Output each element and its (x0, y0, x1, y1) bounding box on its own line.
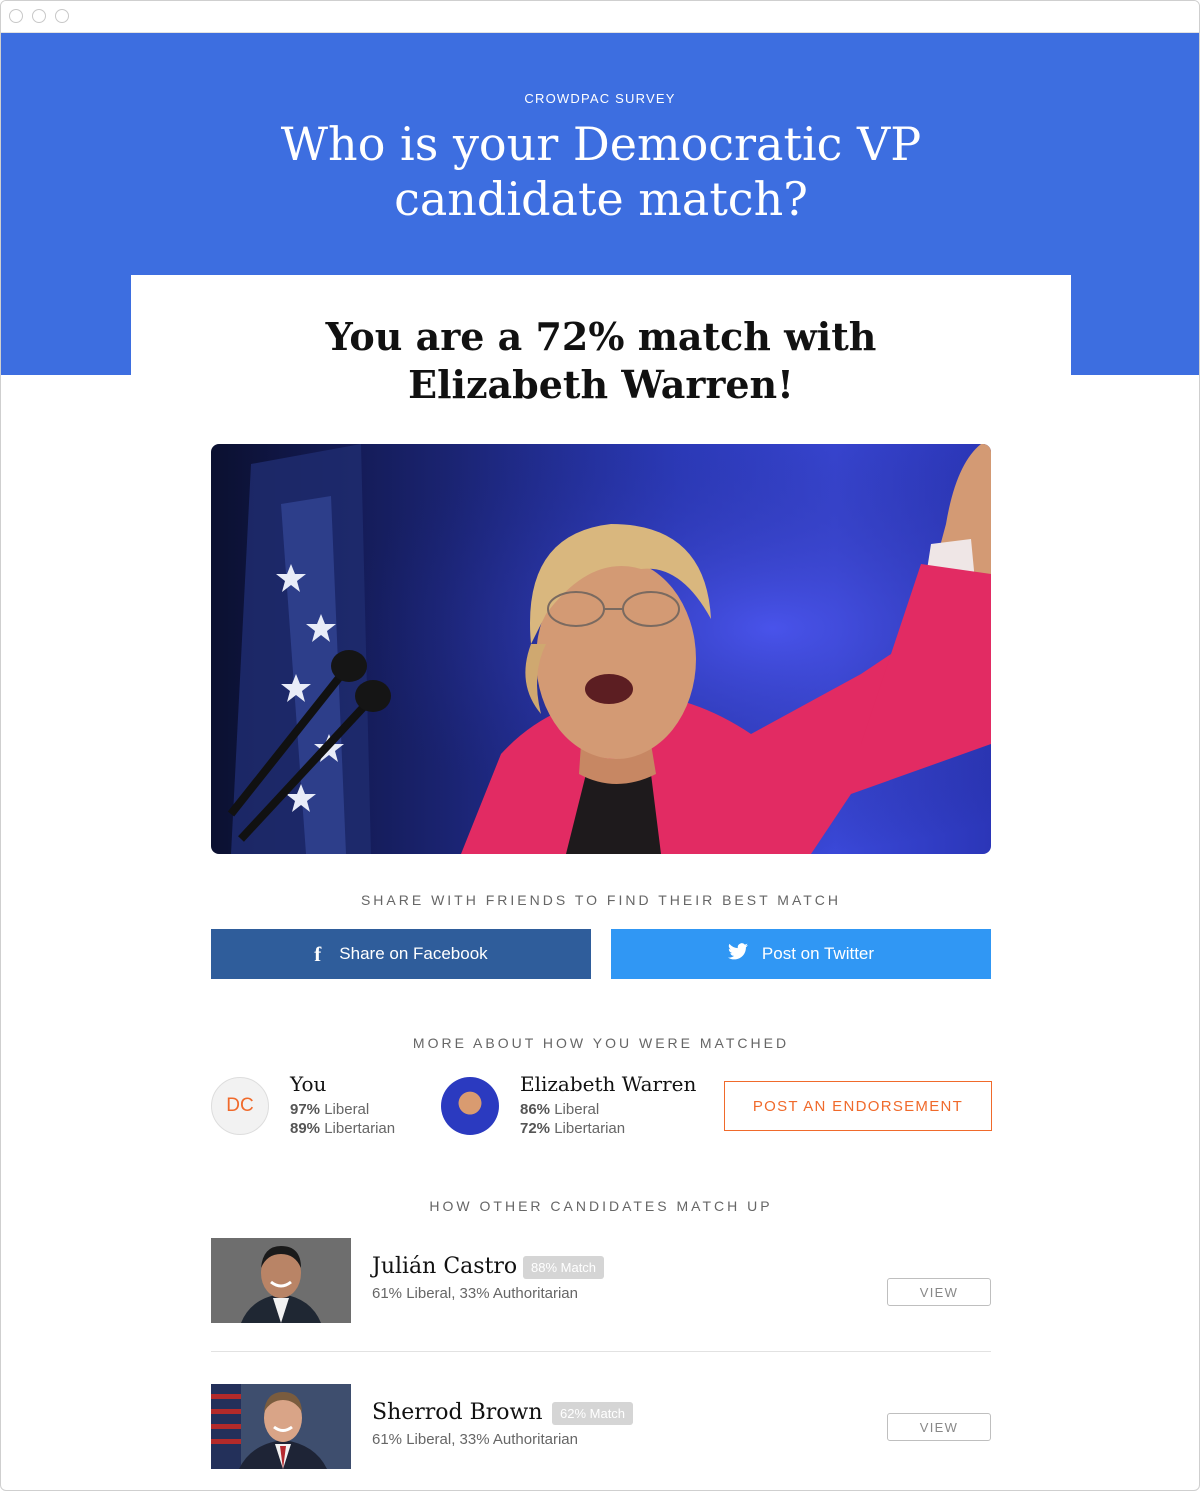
share-section-label: SHARE WITH FRIENDS TO FIND THEIR BEST MA… (360, 892, 842, 908)
user-avatar: DC (211, 1077, 269, 1135)
match-badge: 62% Match (552, 1402, 634, 1425)
view-candidate-button[interactable]: VIEW (887, 1278, 991, 1306)
candidate-avatar (441, 1077, 499, 1135)
result-title: You are a 72% match with Elizabeth Warre… (131, 313, 1071, 409)
twitter-icon (727, 943, 748, 965)
candidate-row-name: Sherrod Brown (372, 1400, 543, 1425)
share-facebook-button[interactable]: f Share on Facebook (211, 929, 591, 979)
window-titlebar (1, 1, 1199, 33)
maximize-window-icon[interactable] (55, 9, 69, 23)
candidate-libertarian-stat: 72% Libertarian (520, 1120, 625, 1137)
candidate-row-name: Julián Castro (372, 1254, 518, 1279)
post-twitter-button[interactable]: Post on Twitter (611, 929, 991, 979)
candidate-liberal-pct: 86% (520, 1101, 551, 1118)
candidate-name: Elizabeth Warren (520, 1072, 697, 1096)
facebook-icon: f (314, 941, 322, 966)
user-libertarian-label: Libertarian (324, 1120, 396, 1137)
user-libertarian-stat: 89% Libertarian (290, 1120, 395, 1137)
result-title-line-1: You are a 72% match with (325, 314, 877, 359)
candidate-row[interactable]: Sherrod Brown 62% Match 61% Liberal, 33%… (211, 1384, 991, 1469)
row-divider (211, 1351, 991, 1352)
user-liberal-pct: 97% (290, 1101, 321, 1118)
candidate-libertarian-pct: 72% (520, 1120, 551, 1137)
candidate-libertarian-label: Libertarian (554, 1120, 626, 1137)
candidate-row-stats: 61% Liberal, 33% Authoritarian (372, 1285, 578, 1302)
user-liberal-label: Liberal (324, 1101, 370, 1118)
post-twitter-label: Post on Twitter (761, 944, 875, 963)
matched-section-label: MORE ABOUT HOW YOU WERE MATCHED (412, 1035, 790, 1051)
minimize-window-icon[interactable] (32, 9, 46, 23)
user-liberal-stat: 97% Liberal (290, 1101, 369, 1118)
candidate-hero-photo (211, 444, 991, 854)
survey-eyebrow: CROWDPAC SURVEY (524, 91, 676, 106)
user-libertarian-pct: 89% (290, 1120, 321, 1137)
user-name: You (290, 1072, 327, 1096)
browser-window: CROWDPAC SURVEY Who is your Democratic V… (0, 0, 1200, 1491)
candidate-row-stats: 61% Liberal, 33% Authoritarian (372, 1431, 578, 1448)
close-window-icon[interactable] (9, 9, 23, 23)
candidate-thumbnail (211, 1384, 351, 1469)
post-endorsement-button[interactable]: POST AN ENDORSEMENT (724, 1081, 992, 1131)
view-candidate-button[interactable]: VIEW (887, 1413, 991, 1441)
candidate-liberal-label: Liberal (554, 1101, 600, 1118)
result-title-line-2: Elizabeth Warren! (408, 362, 794, 407)
page-title: Who is your Democratic VP candidate matc… (201, 117, 1001, 227)
candidate-liberal-stat: 86% Liberal (520, 1101, 599, 1118)
other-candidates-label: HOW OTHER CANDIDATES MATCH UP (429, 1198, 773, 1214)
match-badge: 88% Match (523, 1256, 605, 1279)
candidate-row[interactable]: Julián Castro 88% Match 61% Liberal, 33%… (211, 1238, 991, 1323)
candidate-thumbnail (211, 1238, 351, 1323)
candidate-photo-illustration (211, 444, 991, 854)
page-title-line-2: candidate match? (394, 172, 808, 226)
result-card: You are a 72% match with Elizabeth Warre… (131, 275, 1071, 1490)
page-title-line-1: Who is your Democratic VP (280, 117, 922, 171)
share-facebook-label: Share on Facebook (339, 944, 488, 963)
